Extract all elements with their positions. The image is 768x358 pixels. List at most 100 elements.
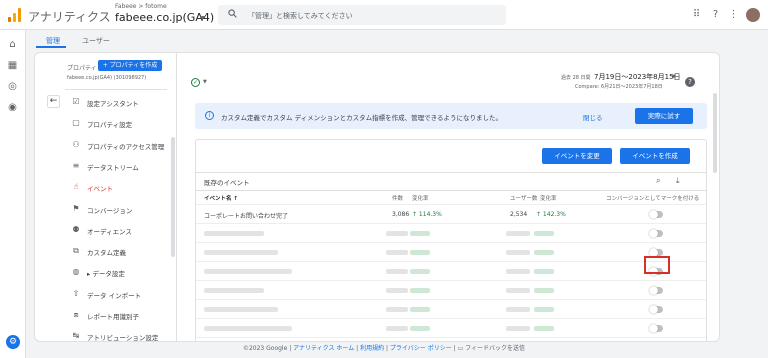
toggle-knob	[649, 210, 658, 219]
download-icon[interactable]: ⤓	[676, 176, 680, 186]
conversion-toggle[interactable]	[649, 248, 663, 257]
app-name: アナリティクス	[28, 10, 111, 24]
avatar[interactable]	[746, 8, 760, 22]
conversion-toggle[interactable]	[649, 229, 663, 238]
sidebar-item[interactable]: ⧉ カスタム定義	[71, 242, 169, 262]
table-row	[196, 242, 706, 261]
flag-icon: ⚑	[72, 203, 80, 213]
event-count-change: ↑ 114.3%	[412, 211, 442, 218]
back-arrow-icon[interactable]: ←	[47, 95, 60, 108]
redacted-cell	[386, 231, 408, 236]
top-bar: アナリティクス Fabeee > fotome fabeee.co.jp(GA4…	[0, 0, 768, 30]
chevron-down-icon[interactable]: ▼	[200, 15, 205, 22]
home-icon[interactable]: ⌂	[7, 39, 18, 50]
apps-grid-icon[interactable]: ⠿	[691, 9, 702, 20]
sidebar-item[interactable]: ⇧ データ インポート	[71, 285, 169, 305]
footer-link-home[interactable]: アナリティクス ホーム	[293, 345, 354, 352]
redacted-cell	[204, 250, 278, 255]
audience-icon: ⚉	[72, 224, 80, 234]
sidebar-item-label: イベント	[87, 185, 113, 194]
conversion-toggle[interactable]	[649, 324, 663, 333]
sidebar-item[interactable]: ≡ データストリーム	[71, 157, 169, 177]
event-users-change: ↑ 142.3%	[536, 211, 566, 218]
events-table-title: 既存のイベント	[204, 179, 250, 187]
admin-card: プロパティ + プロパティを作成 fabeee.co.jp(GA4) (3010…	[34, 52, 720, 342]
feedback-icon[interactable]: ▭	[458, 345, 464, 352]
column-header-users-change[interactable]: 変化率	[540, 194, 557, 202]
sidebar-item[interactable]: ⚉ オーディエンス	[71, 221, 169, 241]
redacted-cell	[204, 326, 292, 331]
redacted-cell	[410, 326, 430, 331]
help-icon[interactable]: ?	[685, 77, 695, 87]
footer-link-privacy[interactable]: プライバシー ポリシー	[390, 345, 452, 352]
conversion-toggle[interactable]	[649, 286, 663, 295]
redacted-cell	[386, 307, 408, 312]
sidebar-item[interactable]: ⧈ レポート用識別子	[71, 306, 169, 326]
status-chip[interactable]: ✓ ▼	[191, 77, 209, 88]
info-banner: i カスタム定義でカスタム ディメンションとカスタム指標を作成、管理できるように…	[195, 103, 707, 129]
redacted-cell	[506, 326, 530, 331]
analytics-logo-icon[interactable]	[8, 8, 21, 22]
feedback-link[interactable]: フィードバックを送信	[465, 345, 525, 352]
attribution-icon: ↹	[72, 331, 80, 341]
sidebar-item[interactable]: ▢ プロパティ設定	[71, 114, 169, 134]
search-icon	[228, 9, 237, 18]
toggle-knob	[649, 305, 658, 314]
footer-link-terms[interactable]: 利用規約	[360, 345, 384, 352]
event-icon: ☝	[73, 182, 79, 192]
footer: ©2023 Google | アナリティクス ホーム | 利用規約 | プライバ…	[242, 345, 526, 352]
account-breadcrumb[interactable]: Fabeee > fotome	[115, 3, 167, 10]
explore-icon[interactable]: ◎	[7, 81, 18, 92]
sidebar-item[interactable]: ☝ イベント	[71, 178, 169, 198]
redacted-cell	[204, 307, 278, 312]
column-header-count[interactable]: 件数	[392, 194, 403, 202]
redacted-cell	[204, 231, 264, 236]
banner-text: カスタム定義でカスタム ディメンションとカスタム指標を作成、管理できるようになり…	[221, 114, 502, 122]
table-row: コーポレートお問い合わせ完了 3,086 ↑ 114.3% 2,534 ↑ 14…	[196, 204, 706, 223]
sidebar-item[interactable]: ◍ ▸ データ設定	[71, 263, 169, 283]
create-property-button[interactable]: + プロパティを作成	[98, 60, 162, 71]
search-placeholder: 「管理」と検索してみてください	[248, 12, 353, 20]
sidebar-item[interactable]: ⚑ コンバージョン	[71, 200, 169, 220]
sidebar-item-label: カスタム定義	[87, 249, 126, 258]
column-header-event-name[interactable]: イベント名 ↑	[204, 194, 238, 202]
sidebar-scrollbar[interactable]	[171, 137, 175, 257]
report-id-icon: ⧈	[73, 310, 79, 319]
redacted-cell	[534, 269, 554, 274]
redacted-cell	[410, 269, 430, 274]
modify-event-button[interactable]: イベントを変更	[542, 148, 612, 164]
help-icon[interactable]: ?	[710, 9, 721, 20]
sidebar-item[interactable]: ☑ 設定アシスタント	[71, 93, 169, 113]
compare-range: Compare: 6月21日～2023年7月18日	[575, 84, 663, 90]
more-vert-icon[interactable]: ⋮	[728, 9, 739, 20]
sidebar-item-label: ▸ データ設定	[87, 270, 125, 279]
setup-assistant-icon: ☑	[72, 97, 80, 106]
sidebar-item[interactable]: ↹ アトリビューション設定	[71, 327, 169, 341]
info-icon: i	[205, 111, 214, 120]
column-header-count-change[interactable]: 変化率	[412, 194, 429, 202]
tab-user[interactable]: ユーザー	[82, 36, 110, 46]
chevron-down-icon[interactable]: ▼	[672, 74, 676, 80]
tab-admin[interactable]: 管理	[46, 36, 60, 46]
redacted-cell	[506, 250, 530, 255]
advertising-icon[interactable]: ◉	[7, 102, 18, 113]
search-input[interactable]: 「管理」と検索してみてください	[218, 5, 506, 25]
sidebar-item-label: コンバージョン	[87, 206, 133, 215]
column-header-users[interactable]: ユーザー数	[510, 194, 537, 202]
create-event-button[interactable]: イベントを作成	[620, 148, 690, 164]
sidebar-item[interactable]: ⚇ プロパティのアクセス管理	[71, 136, 169, 156]
redacted-cell	[506, 269, 530, 274]
redacted-cell	[410, 307, 430, 312]
reports-icon[interactable]: ▦	[7, 60, 18, 71]
date-range-picker[interactable]: 7月19日～2023年8月15日	[594, 72, 681, 82]
divider	[65, 89, 167, 90]
property-settings-icon: ▢	[72, 118, 80, 128]
banner-close-link[interactable]: 閉じる	[583, 112, 603, 122]
try-it-button[interactable]: 実際に試す	[635, 108, 693, 124]
highlight-box	[644, 256, 670, 274]
conversion-toggle[interactable]	[649, 210, 663, 219]
conversion-toggle[interactable]	[649, 305, 663, 314]
content-scrollbar[interactable]	[713, 93, 717, 173]
search-icon[interactable]: ⌕	[656, 176, 660, 186]
redacted-cell	[506, 231, 530, 236]
